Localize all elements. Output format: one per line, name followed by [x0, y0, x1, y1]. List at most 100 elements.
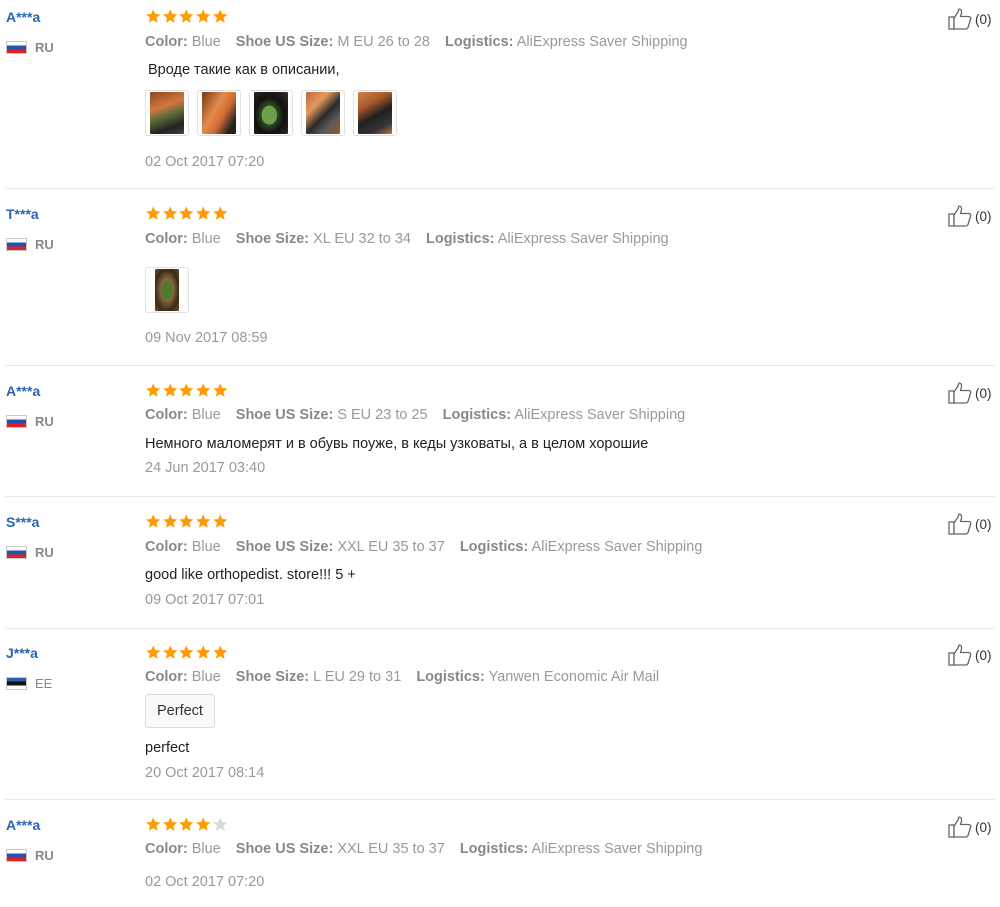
- attr-label: Color:: [145, 407, 188, 423]
- attr-label: Shoe US Size:: [235, 34, 334, 50]
- photo-image: [358, 92, 392, 134]
- star-filled-icon: [195, 816, 212, 833]
- attr-label: Color:: [145, 669, 188, 685]
- review-date: 20 Oct 2017 08:14: [145, 765, 265, 781]
- star-filled-icon: [145, 8, 162, 25]
- attr-label: Shoe US Size:: [235, 539, 334, 555]
- star-filled-icon: [195, 644, 212, 661]
- star-filled-icon: [195, 513, 212, 530]
- country-code: RU: [35, 39, 54, 55]
- country-code: EE: [35, 675, 53, 691]
- review-photos: [145, 267, 197, 313]
- order-attributes: Color: Blue Shoe Size: L EU 29 to 31 Log…: [145, 669, 670, 685]
- review-photo-thumbnail[interactable]: [145, 90, 189, 136]
- like-button[interactable]: (0): [948, 513, 992, 535]
- like-count: (0): [975, 819, 992, 835]
- attr-label: Color:: [145, 231, 188, 247]
- review-text: Немного маломерят и в обувь поуже, в кед…: [145, 436, 649, 452]
- attr-color-value: Blue: [191, 34, 221, 50]
- star-rating: [145, 816, 228, 833]
- photo-image: [150, 92, 184, 134]
- attr-label: Logistics:: [459, 539, 529, 555]
- like-button[interactable]: (0): [948, 205, 992, 227]
- attr-label: Logistics:: [416, 669, 485, 685]
- review-photo-thumbnail[interactable]: [145, 267, 189, 313]
- star-filled-icon: [212, 8, 229, 25]
- estonia-flag-icon: [6, 676, 27, 690]
- attr-logistics-value: AliExpress Saver Shipping: [514, 407, 686, 423]
- thumbs-up-icon: [948, 205, 972, 227]
- star-rating: [145, 205, 228, 222]
- review-divider: [5, 628, 995, 629]
- star-rating: [145, 513, 228, 530]
- review-tag: Perfect: [145, 694, 215, 728]
- thumbs-up-icon: [948, 816, 972, 838]
- review-photo-thumbnail[interactable]: [197, 90, 241, 136]
- country-code: RU: [35, 544, 54, 560]
- like-button[interactable]: (0): [948, 644, 992, 666]
- like-count: (0): [975, 647, 992, 663]
- russia-flag-icon: [6, 40, 27, 54]
- star-filled-icon: [162, 816, 179, 833]
- review-photo-thumbnail[interactable]: [301, 90, 345, 136]
- photo-image: [254, 92, 288, 134]
- like-count: (0): [975, 11, 992, 27]
- reviewer-country: RU: [6, 413, 54, 429]
- reviewer-name[interactable]: J***a: [6, 645, 38, 661]
- star-rating: [145, 8, 228, 25]
- star-filled-icon: [195, 382, 212, 399]
- like-button[interactable]: (0): [948, 8, 992, 30]
- attr-color-value: Blue: [191, 669, 221, 685]
- star-filled-icon: [178, 205, 195, 222]
- star-filled-icon: [178, 8, 195, 25]
- attr-label: Color:: [145, 34, 188, 50]
- russia-flag-icon: [6, 848, 27, 862]
- order-attributes: Color: Blue Shoe Size: XL EU 32 to 34 Lo…: [145, 231, 680, 247]
- photo-image: [306, 92, 340, 134]
- order-attributes: Color: Blue Shoe US Size: S EU 23 to 25 …: [145, 407, 696, 423]
- reviewer-country: EE: [6, 675, 52, 691]
- attr-size-value: S EU 23 to 25: [337, 407, 428, 423]
- reviewer-name[interactable]: A***a: [6, 817, 40, 833]
- like-count: (0): [975, 516, 992, 532]
- like-button[interactable]: (0): [948, 816, 992, 838]
- reviewer-name[interactable]: S***a: [6, 514, 39, 530]
- review-date: 09 Nov 2017 08:59: [145, 330, 268, 346]
- attr-label: Shoe Size:: [235, 669, 310, 685]
- attr-color-value: Blue: [191, 841, 221, 857]
- star-filled-icon: [212, 205, 229, 222]
- country-code: RU: [35, 413, 54, 429]
- review-photo-thumbnail[interactable]: [353, 90, 397, 136]
- country-code: RU: [35, 236, 54, 252]
- star-filled-icon: [162, 8, 179, 25]
- star-filled-icon: [162, 205, 179, 222]
- reviewer-country: RU: [6, 236, 54, 252]
- star-filled-icon: [178, 513, 195, 530]
- star-filled-icon: [212, 382, 229, 399]
- thumbs-up-icon: [948, 8, 972, 30]
- attr-label: Logistics:: [445, 34, 514, 50]
- reviewer-name[interactable]: A***a: [6, 383, 40, 399]
- thumbs-up-icon: [948, 513, 972, 535]
- review-photo-thumbnail[interactable]: [249, 90, 293, 136]
- review-photos: [145, 90, 405, 136]
- star-filled-icon: [212, 513, 229, 530]
- country-code: RU: [35, 847, 54, 863]
- reviewer-name[interactable]: T***a: [6, 206, 39, 222]
- reviewer-country: RU: [6, 544, 54, 560]
- star-filled-icon: [162, 513, 179, 530]
- attr-logistics-value: AliExpress Saver Shipping: [531, 841, 703, 857]
- like-count: (0): [975, 208, 992, 224]
- star-filled-icon: [178, 382, 195, 399]
- star-filled-icon: [145, 816, 162, 833]
- star-filled-icon: [145, 513, 162, 530]
- star-filled-icon: [145, 382, 162, 399]
- star-filled-icon: [162, 644, 179, 661]
- attr-logistics-value: AliExpress Saver Shipping: [497, 231, 669, 247]
- review-text: perfect: [145, 740, 190, 756]
- reviewer-name[interactable]: A***a: [6, 9, 40, 25]
- attr-logistics-value: AliExpress Saver Shipping: [516, 34, 688, 50]
- order-attributes: Color: Blue Shoe US Size: M EU 26 to 28 …: [145, 34, 699, 50]
- like-button[interactable]: (0): [948, 382, 992, 404]
- attr-label: Color:: [145, 841, 188, 857]
